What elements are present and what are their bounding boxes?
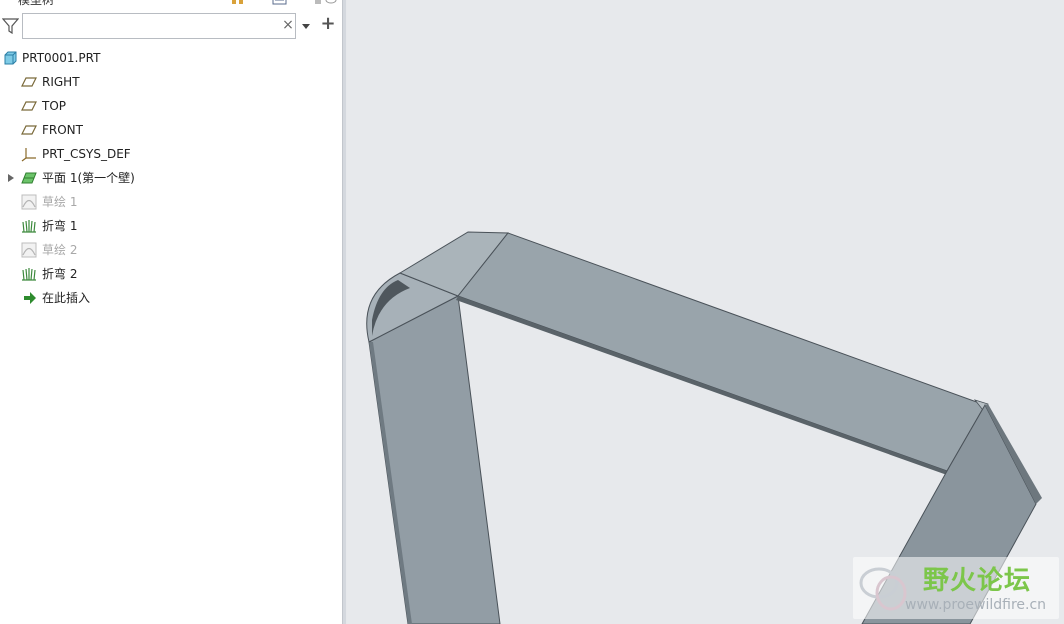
tree-item-front[interactable]: FRONT	[0, 118, 342, 142]
hide-icon[interactable]	[325, 0, 337, 6]
chevron-down-icon[interactable]	[300, 20, 312, 32]
tree-item-label: 草绘 2	[42, 243, 78, 257]
insert-here-arrow-icon	[24, 292, 36, 304]
tree-item-label: TOP	[42, 99, 67, 113]
search-input[interactable]	[22, 13, 296, 39]
sketch-icon	[21, 242, 37, 258]
tree-item-label: PRT_CSYS_DEF	[42, 147, 131, 161]
bend-icon	[22, 268, 36, 281]
part-icon	[4, 51, 17, 65]
tree-item-label: RIGHT	[42, 75, 80, 89]
watermark-url: www.proewildfire.cn	[905, 597, 1047, 613]
clear-search-button[interactable]: ×	[281, 18, 295, 32]
tree-item-top[interactable]: TOP	[0, 94, 342, 118]
forum-watermark: 野火论坛 www.proewildfire.cn	[853, 557, 1059, 619]
tree-item-label: PRT0001.PRT	[22, 51, 101, 65]
tree-item-sketch-1[interactable]: 草绘 1	[0, 190, 342, 214]
watermark-title: 野火论坛	[923, 566, 1032, 596]
tree-item-label: 在此插入	[42, 291, 91, 305]
panel-title: 模型树	[18, 0, 55, 7]
tree-item-root[interactable]: PRT0001.PRT	[0, 46, 342, 70]
datum-plane-icon	[21, 101, 37, 111]
datum-plane-icon	[21, 77, 37, 87]
sketch-icon	[21, 194, 37, 210]
model-tree: PRT0001.PRT RIGHT TOP FRONT PRT_CSYS_DEF…	[0, 46, 342, 310]
sheetmetal-model[interactable]	[347, 0, 1064, 624]
model-tree-panel: 模型树 × + PRT0001.PRT RIGHT TOP FRONT PRT_…	[0, 0, 342, 624]
tree-item-label: 折弯 2	[42, 267, 78, 281]
planar-wall-icon	[21, 172, 37, 184]
settings-icon[interactable]	[272, 0, 288, 6]
tree-item-bend-1[interactable]: 折弯 1	[0, 214, 342, 238]
tree-item-csys[interactable]: PRT_CSYS_DEF	[0, 142, 342, 166]
tree-item-label: FRONT	[42, 123, 83, 137]
tree-item-right[interactable]: RIGHT	[0, 70, 342, 94]
filter-row: × +	[0, 12, 342, 42]
tree-item-label: 平面 1(第一个壁)	[42, 171, 135, 185]
bend-icon	[22, 220, 36, 233]
tree-item-label: 草绘 1	[42, 195, 78, 209]
tree-item-insert-here[interactable]: 在此插入	[0, 286, 342, 310]
tree-item-planar-wall[interactable]: 平面 1(第一个壁)	[0, 166, 342, 190]
expand-arrow-icon[interactable]	[7, 174, 15, 182]
tree-item-bend-2[interactable]: 折弯 2	[0, 262, 342, 286]
graphics-viewport[interactable]	[347, 0, 1064, 624]
lock-icon[interactable]	[314, 0, 322, 6]
coordinate-system-icon	[21, 148, 36, 162]
tree-item-label: 折弯 1	[42, 219, 78, 233]
datum-plane-icon	[21, 125, 37, 135]
tree-item-sketch-2[interactable]: 草绘 2	[0, 238, 342, 262]
columns-icon[interactable]	[230, 0, 246, 6]
add-button[interactable]: +	[320, 15, 336, 33]
filter-icon[interactable]	[2, 17, 19, 34]
